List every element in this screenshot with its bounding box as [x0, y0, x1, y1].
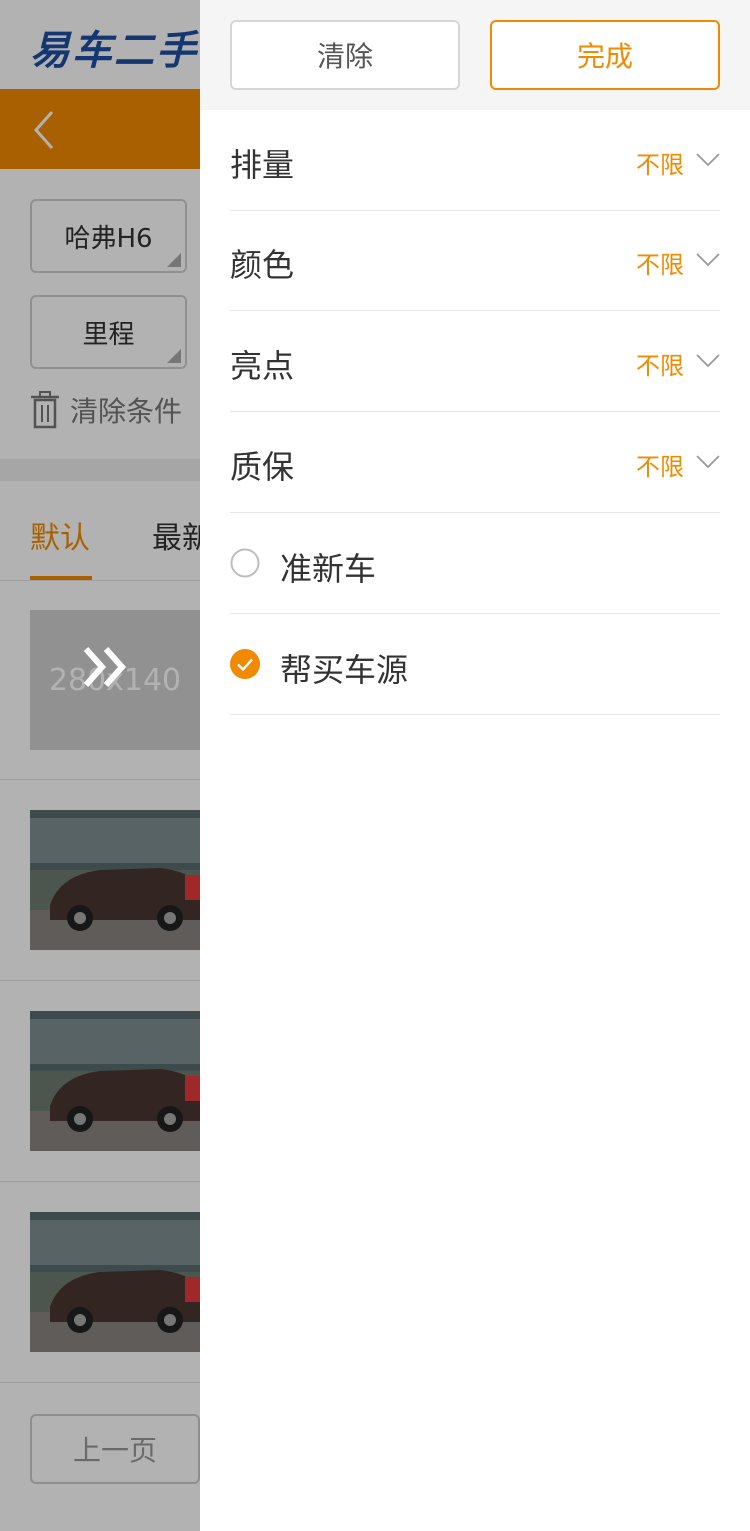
filter-label: 亮点	[230, 347, 295, 385]
filter-label: 排量	[230, 146, 295, 184]
chevron-down-icon	[696, 354, 720, 368]
radio-checked-icon[interactable]	[230, 649, 260, 679]
filter-value: 不限	[636, 453, 684, 481]
double-chevron-right-icon[interactable]	[82, 645, 132, 689]
filter-label: 颜色	[230, 246, 295, 284]
option-help-buy[interactable]: 帮买车源	[230, 614, 720, 715]
option-nearly-new[interactable]: 准新车	[230, 513, 720, 614]
filter-row-highlights[interactable]: 亮点 不限	[230, 311, 720, 412]
clear-button[interactable]: 清除	[230, 20, 460, 90]
filter-value: 不限	[636, 151, 684, 179]
chevron-down-icon	[696, 455, 720, 469]
filter-row-warranty[interactable]: 质保 不限	[230, 412, 720, 513]
option-label: 准新车	[280, 550, 377, 588]
option-label: 帮买车源	[280, 651, 409, 689]
filter-drawer: 清除 完成 排量 不限 颜色 不限 亮点 不限 质保 不限 准新车 帮买车源	[200, 0, 750, 1531]
filter-row-color[interactable]: 颜色 不限	[230, 210, 720, 311]
filter-value: 不限	[636, 352, 684, 380]
chevron-down-icon	[696, 253, 720, 267]
drawer-header: 清除 完成	[200, 0, 750, 110]
chevron-down-icon	[696, 153, 720, 167]
filter-value: 不限	[636, 251, 684, 279]
filter-label: 质保	[230, 448, 295, 486]
radio-unchecked-icon[interactable]	[230, 548, 260, 578]
done-button[interactable]: 完成	[490, 20, 720, 90]
filter-row-displacement[interactable]: 排量 不限	[230, 110, 720, 211]
